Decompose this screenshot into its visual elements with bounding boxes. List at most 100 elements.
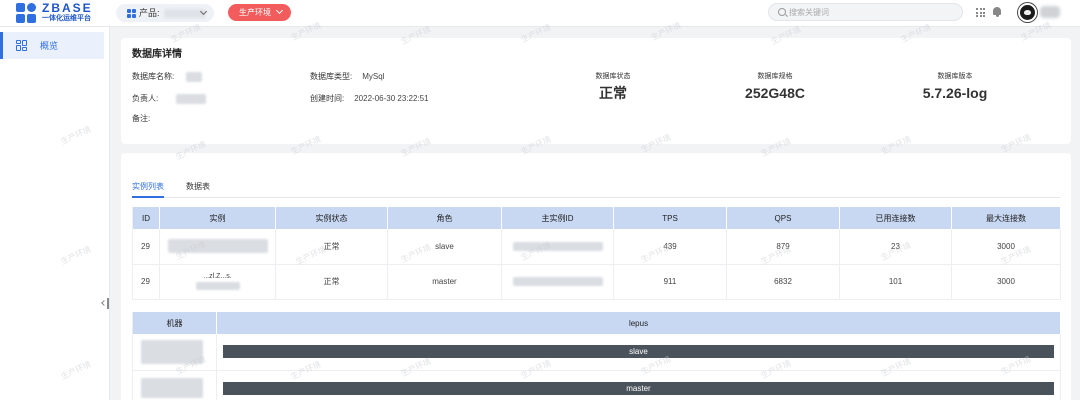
cell-machine: [132, 334, 217, 371]
table-row[interactable]: 29 正常 slave 439 879 23 3000: [132, 229, 1061, 265]
cell-qps: 879: [726, 229, 840, 265]
db-type-value: MySql: [362, 72, 385, 81]
stat-label: 数据库版本: [937, 73, 973, 80]
sidebar-item-label: 概览: [40, 41, 59, 51]
sidebar: 概览: [0, 27, 110, 400]
cell-status: 正常: [275, 264, 388, 300]
db-name-field: 数据库名称:: [132, 72, 203, 82]
tab-instance-list[interactable]: 实例列表: [132, 182, 164, 198]
note-label: 备注:: [132, 114, 151, 123]
cell-role: master: [387, 264, 502, 300]
cell-role: slave: [387, 229, 502, 265]
machine-redacted: [141, 339, 203, 364]
cell-id: 29: [132, 264, 160, 300]
db-type-field: 数据库类型: MySql: [310, 72, 384, 82]
cell-used-connections: 101: [839, 264, 952, 300]
cell-role: slave: [216, 334, 1061, 371]
environment-select[interactable]: 生产环境: [228, 4, 291, 21]
created-field: 创建时间: 2022-06-30 23:22:51: [310, 94, 429, 104]
cell-tps: 911: [613, 264, 727, 300]
owner-field: 负责人:: [132, 94, 207, 104]
environment-label: 生产环境: [239, 8, 271, 17]
table-row[interactable]: 29 ...zl.Z...s. 正常 master 911 6832 101 3…: [132, 264, 1061, 300]
instance-table: ID 实例 实例状态 角色 主实例ID TPS QPS 已用连接数 最大连接数 …: [132, 207, 1061, 300]
cell-max-connections: 3000: [951, 264, 1061, 300]
product-select[interactable]: 产品:: [116, 4, 214, 22]
logo-subtitle: 一体化运维平台: [42, 15, 91, 22]
column-header: ID: [132, 207, 160, 229]
owner-label: 负责人:: [132, 94, 159, 104]
logo[interactable]: ZBASE 一体化运维平台: [16, 2, 102, 24]
db-name-value-redacted: [186, 72, 203, 82]
cell-master-id: [501, 264, 614, 300]
database-detail-card: 数据库详情 数据库名称: 负责人: 备注: 数据库类型: MySql 创建时间: 2…: [121, 38, 1071, 144]
cell-role: master: [216, 370, 1061, 400]
column-header: TPS: [613, 207, 727, 229]
column-header: 已用连接数: [839, 207, 952, 229]
cell-instance: ...zl.Z...s.: [159, 264, 276, 300]
master-id-redacted: [512, 277, 603, 287]
bell-icon[interactable]: [992, 6, 1002, 18]
role-bar: slave: [223, 345, 1054, 359]
note-field: 备注:: [132, 114, 150, 124]
chevron-left-icon: [101, 300, 107, 306]
column-header: 机器: [132, 312, 217, 334]
stat-value: 5.7.26-log: [922, 85, 988, 101]
stat-status: 数据库状态 正常: [573, 72, 653, 101]
cell-instance: [159, 229, 276, 265]
stat-value: 252G48C: [745, 85, 805, 101]
created-value: 2022-06-30 23:22:51: [354, 94, 429, 103]
stat-version: 数据库版本 5.7.26-log: [895, 72, 1015, 101]
logo-title: ZBASE: [42, 1, 93, 15]
cell-used-connections: 23: [839, 229, 952, 265]
stat-label: 数据库规格: [757, 73, 793, 80]
table-row[interactable]: master: [132, 370, 1061, 400]
detail-title: 数据库详情: [132, 49, 182, 60]
stat-label: 数据库状态: [595, 73, 631, 80]
cell-qps: 6832: [726, 264, 840, 300]
instance-redacted: [195, 281, 240, 290]
product-select-label: 产品:: [139, 8, 160, 18]
column-header: 最大连接数: [951, 207, 1061, 229]
column-header: QPS: [726, 207, 840, 229]
column-header: 主实例ID: [501, 207, 614, 229]
instance-redacted: [167, 239, 268, 254]
tab-bar: 实例列表 数据表: [132, 182, 1060, 198]
sidebar-collapse-handle[interactable]: [101, 297, 110, 311]
top-bar: ZBASE 一体化运维平台 产品: 生产环境: [0, 0, 1080, 27]
dashboard-icon: [16, 40, 27, 51]
cell-master-id: [501, 229, 614, 265]
db-type-label: 数据库类型:: [310, 72, 353, 81]
column-header: 实例: [159, 207, 276, 229]
sidebar-item-overview[interactable]: 概览: [0, 32, 104, 59]
master-id-redacted: [512, 241, 603, 251]
apps-icon[interactable]: [976, 8, 985, 17]
chevron-down-icon: [275, 6, 284, 15]
table-row[interactable]: slave: [132, 334, 1061, 371]
avatar[interactable]: [1018, 3, 1037, 22]
cell-max-connections: 3000: [951, 229, 1061, 265]
table-header-row: 机器 lepus: [132, 312, 1061, 334]
cell-id: 29: [132, 229, 160, 265]
column-header: 角色: [387, 207, 502, 229]
stat-spec: 数据库规格 252G48C: [725, 72, 825, 101]
search-box[interactable]: [768, 3, 963, 21]
search-input[interactable]: [789, 6, 954, 18]
cell-status: 正常: [275, 229, 388, 265]
instance-text: ...zl.Z...s.: [203, 272, 232, 280]
cell-tps: 439: [613, 229, 727, 265]
owner-value-redacted: [176, 94, 207, 104]
db-name-label: 数据库名称:: [132, 72, 175, 82]
column-header: 实例状态: [275, 207, 388, 229]
tab-data-tables[interactable]: 数据表: [186, 182, 210, 198]
stat-value: 正常: [599, 85, 627, 101]
username-redacted[interactable]: [1040, 6, 1060, 18]
role-bar: master: [223, 381, 1054, 395]
machine-table: 机器 lepus slave master: [132, 312, 1061, 400]
instances-card: 实例列表 数据表 ID 实例 实例状态 角色 主实例ID TPS QPS 已用连…: [121, 153, 1071, 400]
created-label: 创建时间:: [310, 94, 345, 103]
table-header-row: ID 实例 实例状态 角色 主实例ID TPS QPS 已用连接数 最大连接数: [132, 207, 1061, 229]
cell-machine: [132, 370, 217, 400]
column-header: lepus: [216, 312, 1061, 334]
grid-icon: [127, 9, 136, 18]
